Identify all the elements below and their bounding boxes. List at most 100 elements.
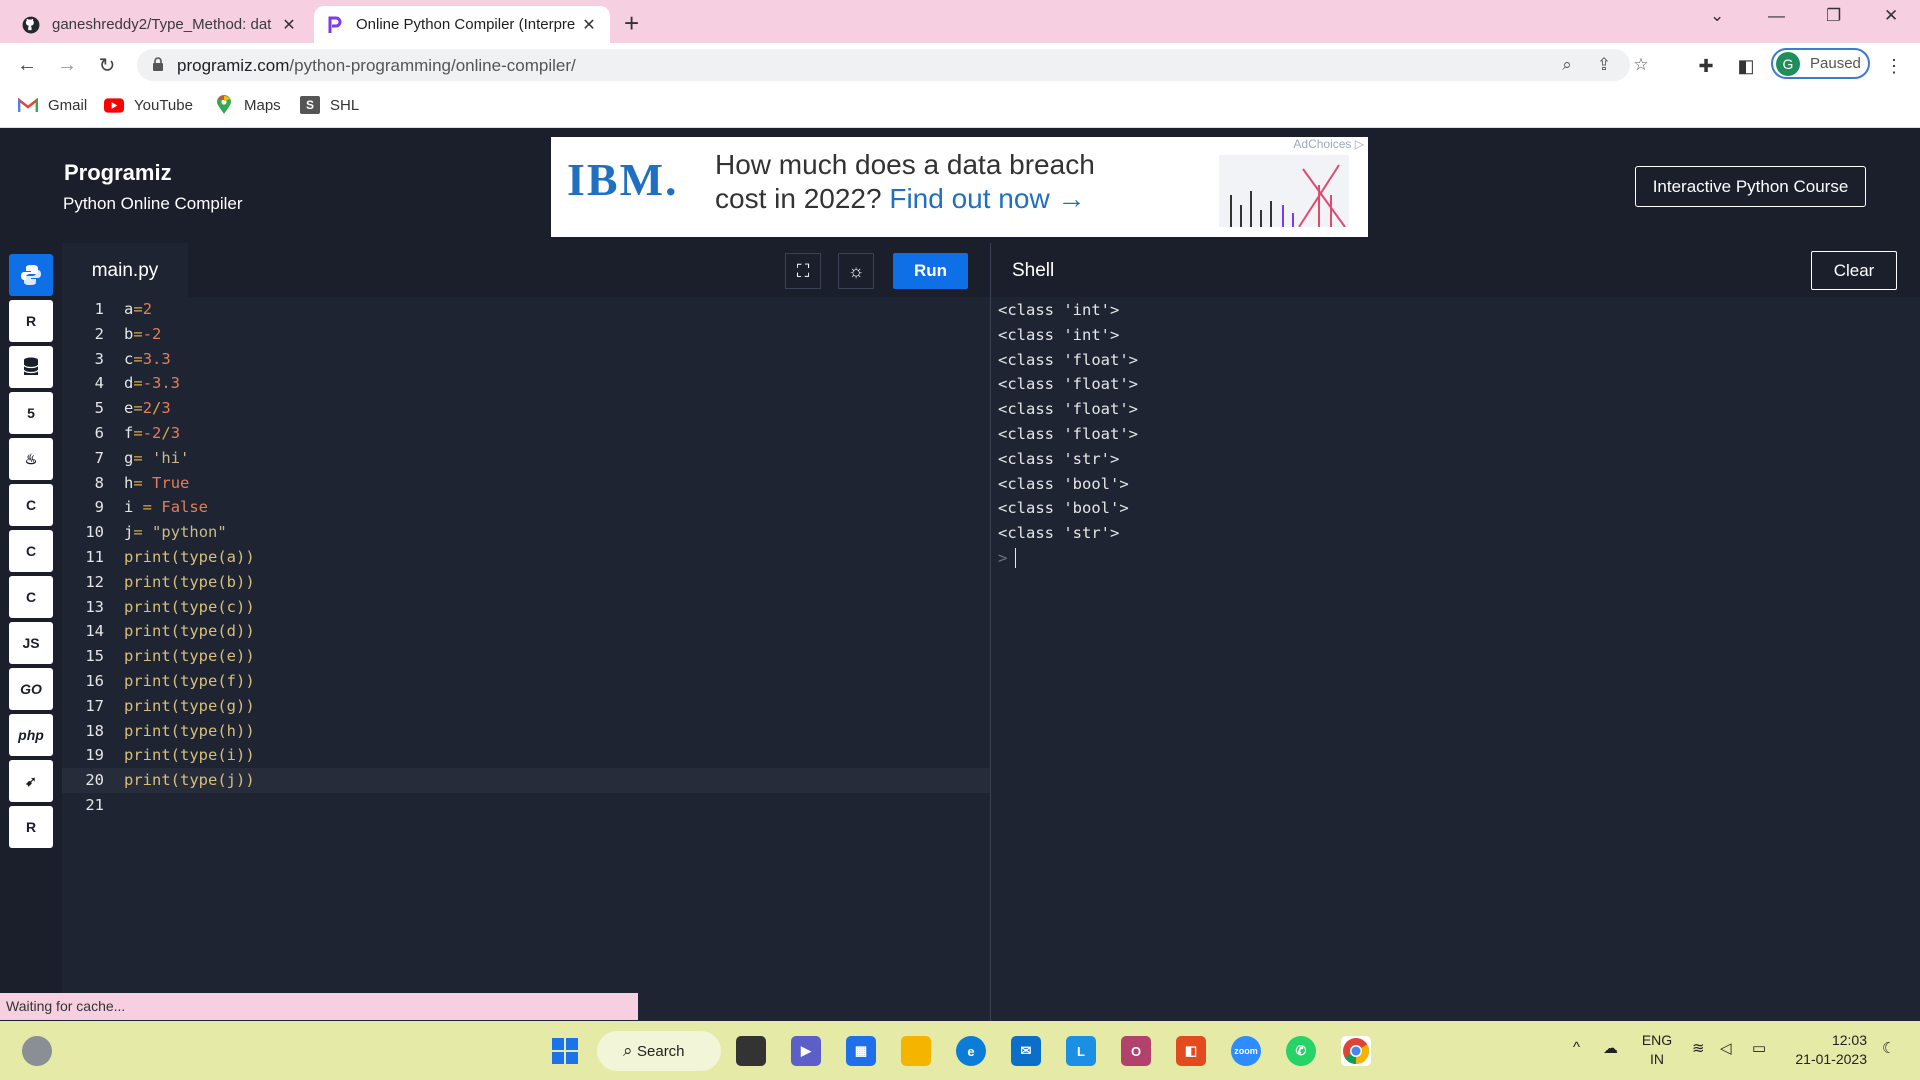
language-indicator[interactable]: ENG IN [1641, 1031, 1673, 1069]
file-explorer-icon[interactable] [901, 1036, 931, 1066]
share-icon[interactable]: ⇪ [1594, 55, 1614, 75]
lang-php-icon[interactable]: php [9, 714, 53, 756]
show-hidden-icons-icon[interactable]: ^ [1573, 1039, 1580, 1056]
ibm-advertisement[interactable]: IBM. How much does a data breach cost in… [551, 137, 1368, 237]
code-line: 9i = False [62, 495, 990, 520]
lang-c-icon[interactable]: C [9, 484, 53, 526]
tab-search-chevron-icon[interactable]: ⌄ [1710, 6, 1724, 26]
forward-icon[interactable]: → [54, 52, 80, 78]
interactive-course-button[interactable]: Interactive Python Course [1635, 166, 1866, 207]
profile-button[interactable]: G Paused [1771, 48, 1870, 79]
shell-output[interactable]: <class 'int'> <class 'int'> <class 'floa… [998, 298, 1138, 571]
side-panel-icon[interactable]: ◧ [1736, 56, 1756, 76]
notifications-icon[interactable]: ☾ [1882, 1039, 1895, 1057]
tab-programiz[interactable]: Online Python Compiler (Interpre ✕ [314, 6, 610, 43]
teams-icon[interactable]: ▶ [791, 1036, 821, 1066]
taskbar-search[interactable]: ⌕ Search [597, 1031, 721, 1071]
extensions-icon[interactable]: ✚ [1696, 56, 1716, 76]
bookmark-youtube[interactable]: YouTube [104, 96, 193, 114]
close-tab-icon[interactable]: ✕ [280, 15, 298, 35]
task-view-icon[interactable] [736, 1036, 766, 1066]
clear-button[interactable]: Clear [1811, 251, 1897, 290]
volume-icon[interactable]: ◁ [1720, 1039, 1732, 1057]
new-tab-icon[interactable]: + [624, 8, 639, 39]
lang-sql-icon[interactable] [9, 346, 53, 388]
bookmark-maps[interactable]: Maps [214, 95, 281, 114]
editor-toolbar: main.py ⛶ ☼ Run [62, 243, 990, 298]
back-icon[interactable]: ← [14, 52, 40, 78]
tab-title: ganeshreddy2/Type_Method: dat [52, 16, 272, 33]
theme-toggle-icon[interactable]: ☼ [838, 253, 874, 289]
adchoices-link[interactable]: AdChoices ▷ [1293, 137, 1364, 151]
bookmark-star-icon[interactable]: ☆ [1631, 55, 1651, 75]
lang-swift-icon[interactable]: ➹ [9, 760, 53, 802]
address-bar[interactable]: programiz.com/python-programming/online-… [137, 49, 1649, 81]
o-app-icon[interactable]: O [1121, 1036, 1151, 1066]
l-app-icon[interactable]: L [1066, 1036, 1096, 1066]
code-line: 3 c=3.3 [62, 347, 990, 372]
output-line: <class 'int'> [998, 325, 1120, 344]
line-number: 2 [94, 324, 104, 343]
shell-input-line[interactable]: > [998, 546, 1138, 571]
code-line: 14 print(type(d)) [62, 619, 990, 644]
site-header: Programiz Python Online Compiler IBM. Ho… [0, 128, 1920, 243]
minimize-icon[interactable]: — [1768, 6, 1785, 26]
tab-github[interactable]: ganeshreddy2/Type_Method: dat ✕ [10, 6, 310, 43]
lang-go-icon[interactable]: GO [9, 668, 53, 710]
line-number: 6 [94, 423, 104, 442]
tab-title: Online Python Compiler (Interpre [356, 16, 576, 33]
output-line: <class 'str'> [998, 524, 1120, 543]
reload-icon[interactable]: ↻ [94, 52, 120, 78]
taskbar-clock[interactable]: 12:03 21-01-2023 [1793, 1031, 1867, 1069]
ad-cta-link[interactable]: Find out now → [889, 183, 1085, 214]
lang-csharp-icon[interactable]: C [9, 576, 53, 618]
onedrive-icon[interactable]: ☁ [1603, 1039, 1618, 1057]
lang-java-icon[interactable]: ♨ [9, 438, 53, 480]
code-editor-panel: main.py ⛶ ☼ Run 1 a=2 2 b=-2 3 c=3.3 4 d=-3.… [62, 243, 990, 1021]
menu-icon[interactable]: ⋮ [1884, 56, 1904, 76]
zoom-icon[interactable]: ⌕ [1557, 55, 1577, 75]
mail-icon[interactable]: ✉ [1011, 1036, 1041, 1066]
lock-icon [153, 57, 163, 71]
restore-icon[interactable]: ❐ [1826, 6, 1841, 26]
maps-icon [214, 95, 234, 114]
code-line: 15 print(type(e)) [62, 644, 990, 669]
store-icon[interactable]: ▦ [846, 1036, 876, 1066]
line-number: 7 [94, 448, 104, 467]
code-line: 12 print(type(b)) [62, 570, 990, 595]
whatsapp-icon[interactable]: ✆ [1286, 1036, 1316, 1066]
shell-toolbar: Shell Clear [991, 243, 1920, 297]
lang-python-icon[interactable] [9, 254, 53, 296]
chrome-icon[interactable] [1341, 1036, 1371, 1066]
close-window-icon[interactable]: ✕ [1884, 6, 1898, 26]
screen: ganeshreddy2/Type_Method: dat ✕ Online P… [0, 0, 1920, 1080]
lang-rust-icon[interactable]: R [9, 806, 53, 848]
weather-widget-icon[interactable] [22, 1036, 52, 1066]
lang-r-icon[interactable]: R [9, 300, 53, 342]
close-tab-icon[interactable]: ✕ [580, 15, 598, 35]
wifi-icon[interactable]: ≋ [1692, 1039, 1705, 1057]
lang-js-icon[interactable]: JS [9, 622, 53, 664]
run-button[interactable]: Run [893, 253, 968, 289]
lang-html-icon[interactable]: 5 [9, 392, 53, 434]
bookmark-gmail[interactable]: Gmail [18, 96, 87, 114]
line-number: 5 [94, 399, 104, 418]
programiz-logo[interactable]: Programiz [64, 160, 172, 186]
code-area[interactable]: 1 a=2 2 b=-2 3 c=3.3 4 d=-3.3 5 e=2/3 6 f=-2/3… [62, 297, 990, 818]
battery-icon[interactable]: ▭ [1752, 1039, 1766, 1057]
file-tab-main-py[interactable]: main.py [62, 243, 188, 298]
start-icon[interactable] [550, 1036, 580, 1066]
fullscreen-icon[interactable]: ⛶ [785, 253, 821, 289]
office-icon[interactable]: ◧ [1176, 1036, 1206, 1066]
bookmark-shl[interactable]: S SHL [300, 96, 359, 114]
line-number: 12 [85, 572, 104, 591]
code-line: 6 f=-2/3 [62, 421, 990, 446]
edge-icon[interactable]: e [956, 1036, 986, 1066]
windows-taskbar: ⌕ Search ▶ ▦ e ✉ L O ◧ zoom ✆ ^ ☁ ENG IN… [0, 1021, 1920, 1080]
line-number: 11 [85, 547, 104, 566]
ibm-logo: IBM. [567, 154, 679, 205]
zoom-app-icon[interactable]: zoom [1231, 1036, 1261, 1066]
lang-cpp-icon[interactable]: C [9, 530, 53, 572]
gmail-icon [18, 96, 38, 114]
code-line: 7 g= 'hi' [62, 446, 990, 471]
